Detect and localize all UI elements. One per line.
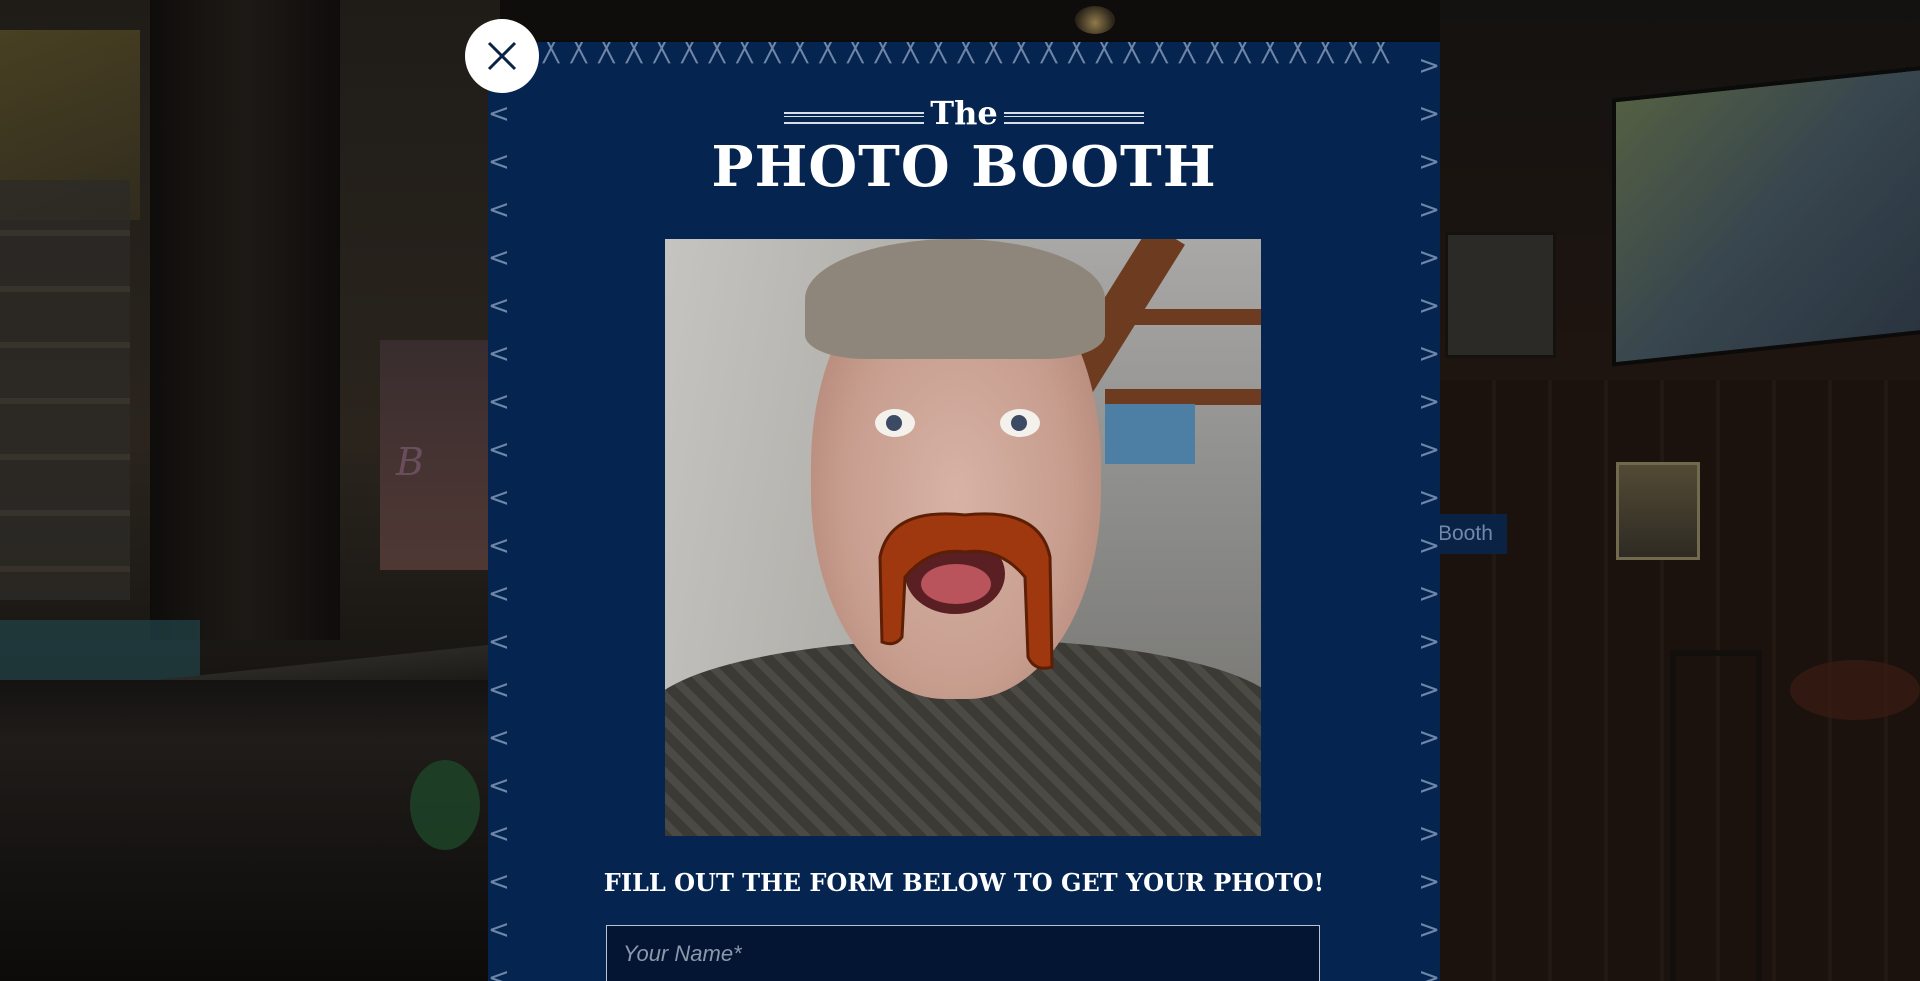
liquor-shelves — [0, 180, 130, 600]
bar-chair — [1670, 650, 1762, 981]
photo-hair — [805, 239, 1105, 359]
title-small: The — [930, 94, 998, 132]
photo-eye-left — [875, 409, 915, 437]
close-button[interactable] — [465, 19, 539, 93]
ceiling — [500, 0, 1440, 40]
page-title: PHOTO BOOTH — [711, 134, 1217, 200]
name-field[interactable] — [606, 925, 1320, 981]
photo-beam — [1105, 309, 1261, 325]
wall-poster — [1616, 462, 1700, 560]
form-heading: FILL OUT THE FORM BELOW TO GET YOUR PHOT… — [603, 868, 1325, 897]
wall-tv — [1612, 65, 1920, 367]
photo-blue-panel — [1105, 404, 1195, 464]
bar-table — [1790, 660, 1920, 720]
beer-logo: B — [396, 440, 424, 484]
decorative-border-top: ╳╳╳╳╳╳╳╳╳╳╳╳╳╳╳╳╳╳╳╳╳╳╳╳╳╳╳╳╳╳╳╳╳ — [488, 42, 1401, 64]
title-rule-right — [1004, 112, 1144, 124]
booth-photo — [665, 239, 1261, 836]
photo-booth-modal: ╳╳╳╳╳╳╳╳╳╳╳╳╳╳╳╳╳╳╳╳╳╳╳╳╳╳╳╳╳╳╳╳╳ < < < … — [488, 42, 1440, 981]
shamrock-decoration — [410, 760, 480, 850]
pillar — [150, 0, 340, 640]
photo-beam — [1105, 389, 1261, 405]
photo-eye-right — [1000, 409, 1040, 437]
close-icon — [487, 41, 517, 71]
mustache-filter — [878, 512, 1054, 670]
wall-frame — [1445, 232, 1556, 358]
ceiling-lamp — [1075, 6, 1115, 34]
